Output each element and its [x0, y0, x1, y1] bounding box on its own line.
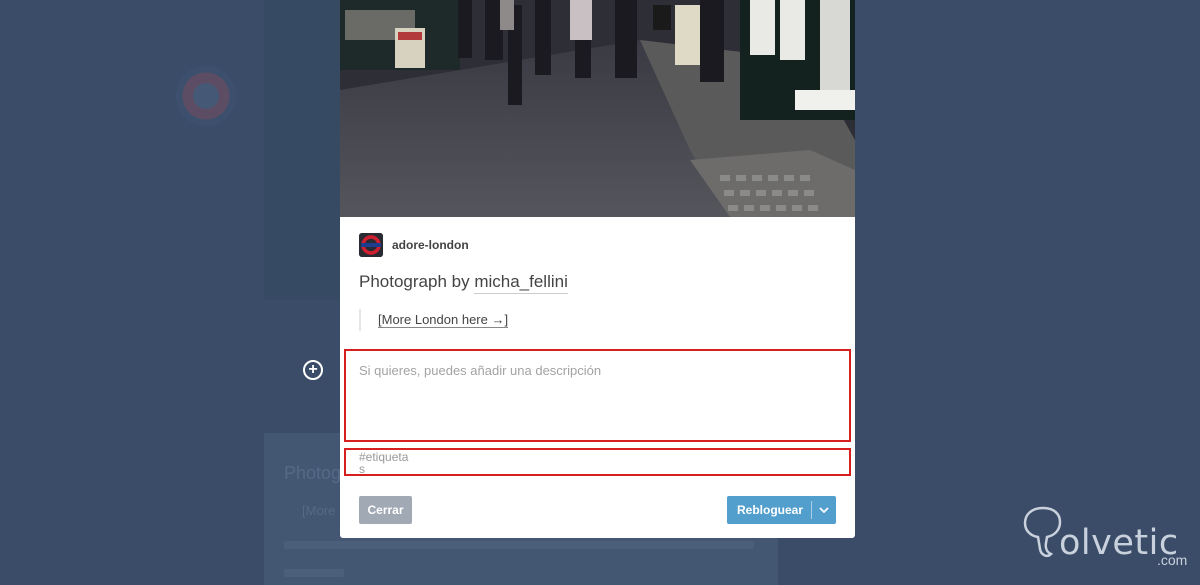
post-quote: [More London here →]: [359, 309, 509, 331]
quote-link[interactable]: [More London here →]: [378, 312, 509, 328]
background-post-line: [284, 541, 754, 549]
watermark-suffix: .com: [1157, 552, 1188, 568]
close-button[interactable]: Cerrar: [359, 496, 412, 524]
roundel-logo-icon: [359, 233, 383, 257]
tags-input[interactable]: [359, 451, 411, 473]
background-post-line: [284, 569, 344, 577]
tags-highlight: [344, 448, 851, 476]
post-author-link[interactable]: micha_fellini: [474, 272, 568, 294]
reblog-modal: adore-london Photograph by micha_fellini…: [340, 0, 855, 538]
description-input[interactable]: [359, 363, 829, 423]
watermark-logo: olvetic .com: [1023, 505, 1193, 575]
reblog-button-group: Rebloguear: [727, 496, 836, 524]
post-title: Photograph by micha_fellini: [359, 272, 568, 294]
description-highlight: [344, 349, 851, 442]
blog-avatar[interactable]: [359, 233, 383, 257]
blog-name[interactable]: adore-london: [392, 238, 469, 252]
background-blog-avatar: [176, 66, 236, 126]
chevron-down-icon[interactable]: [812, 496, 836, 524]
background-post-strip: [264, 0, 344, 300]
post-photo: [340, 0, 855, 217]
blog-header: adore-london: [359, 233, 469, 257]
background-post-title: Photog: [284, 463, 342, 483]
background-post-quote: [More: [302, 503, 336, 518]
post-title-prefix: Photograph by: [359, 272, 470, 291]
reblog-button[interactable]: Rebloguear: [727, 503, 811, 517]
plus-circle-icon[interactable]: +: [303, 360, 323, 380]
